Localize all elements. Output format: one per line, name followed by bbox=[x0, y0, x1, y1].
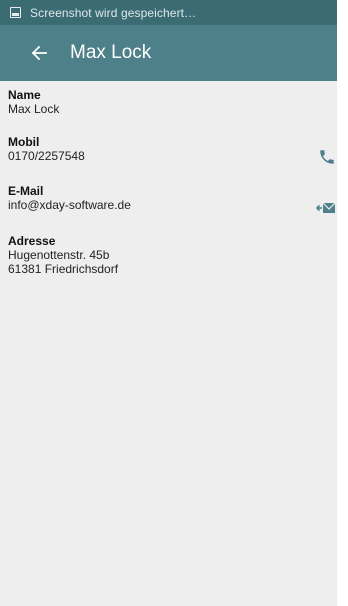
email-label: E-Mail bbox=[8, 184, 44, 198]
name-value: Max Lock bbox=[8, 102, 60, 116]
address-line-2[interactable]: 61381 Friedrichsdorf bbox=[8, 262, 328, 276]
contact-detail-screen: Screenshot wird gespeichert… Max Lock Na… bbox=[0, 0, 337, 606]
phone-icon[interactable] bbox=[318, 148, 336, 166]
send-mail-icon[interactable] bbox=[316, 201, 336, 215]
name-field: Name Max Lock bbox=[8, 88, 328, 116]
mobile-field: Mobil 0170/2257548 bbox=[8, 135, 328, 163]
status-bar: Screenshot wird gespeichert… bbox=[0, 0, 337, 25]
mobile-value[interactable]: 0170/2257548 bbox=[8, 149, 328, 163]
email-value[interactable]: info@xday-software.de bbox=[8, 198, 328, 212]
address-line-1[interactable]: Hugenottenstr. 45b bbox=[8, 248, 328, 262]
back-button[interactable] bbox=[19, 33, 59, 73]
arrow-back-icon bbox=[31, 45, 47, 61]
page-title: Max Lock bbox=[70, 42, 152, 63]
email-field: E-Mail info@xday-software.de bbox=[8, 184, 328, 212]
address-label: Adresse bbox=[8, 234, 56, 248]
address-field: Adresse Hugenottenstr. 45b 61381 Friedri… bbox=[8, 234, 328, 276]
name-label: Name bbox=[8, 88, 41, 102]
toolbar: Max Lock bbox=[0, 25, 337, 81]
mobile-label: Mobil bbox=[8, 135, 40, 149]
status-bar-text: Screenshot wird gespeichert… bbox=[30, 5, 197, 20]
screenshot-icon bbox=[10, 7, 21, 18]
